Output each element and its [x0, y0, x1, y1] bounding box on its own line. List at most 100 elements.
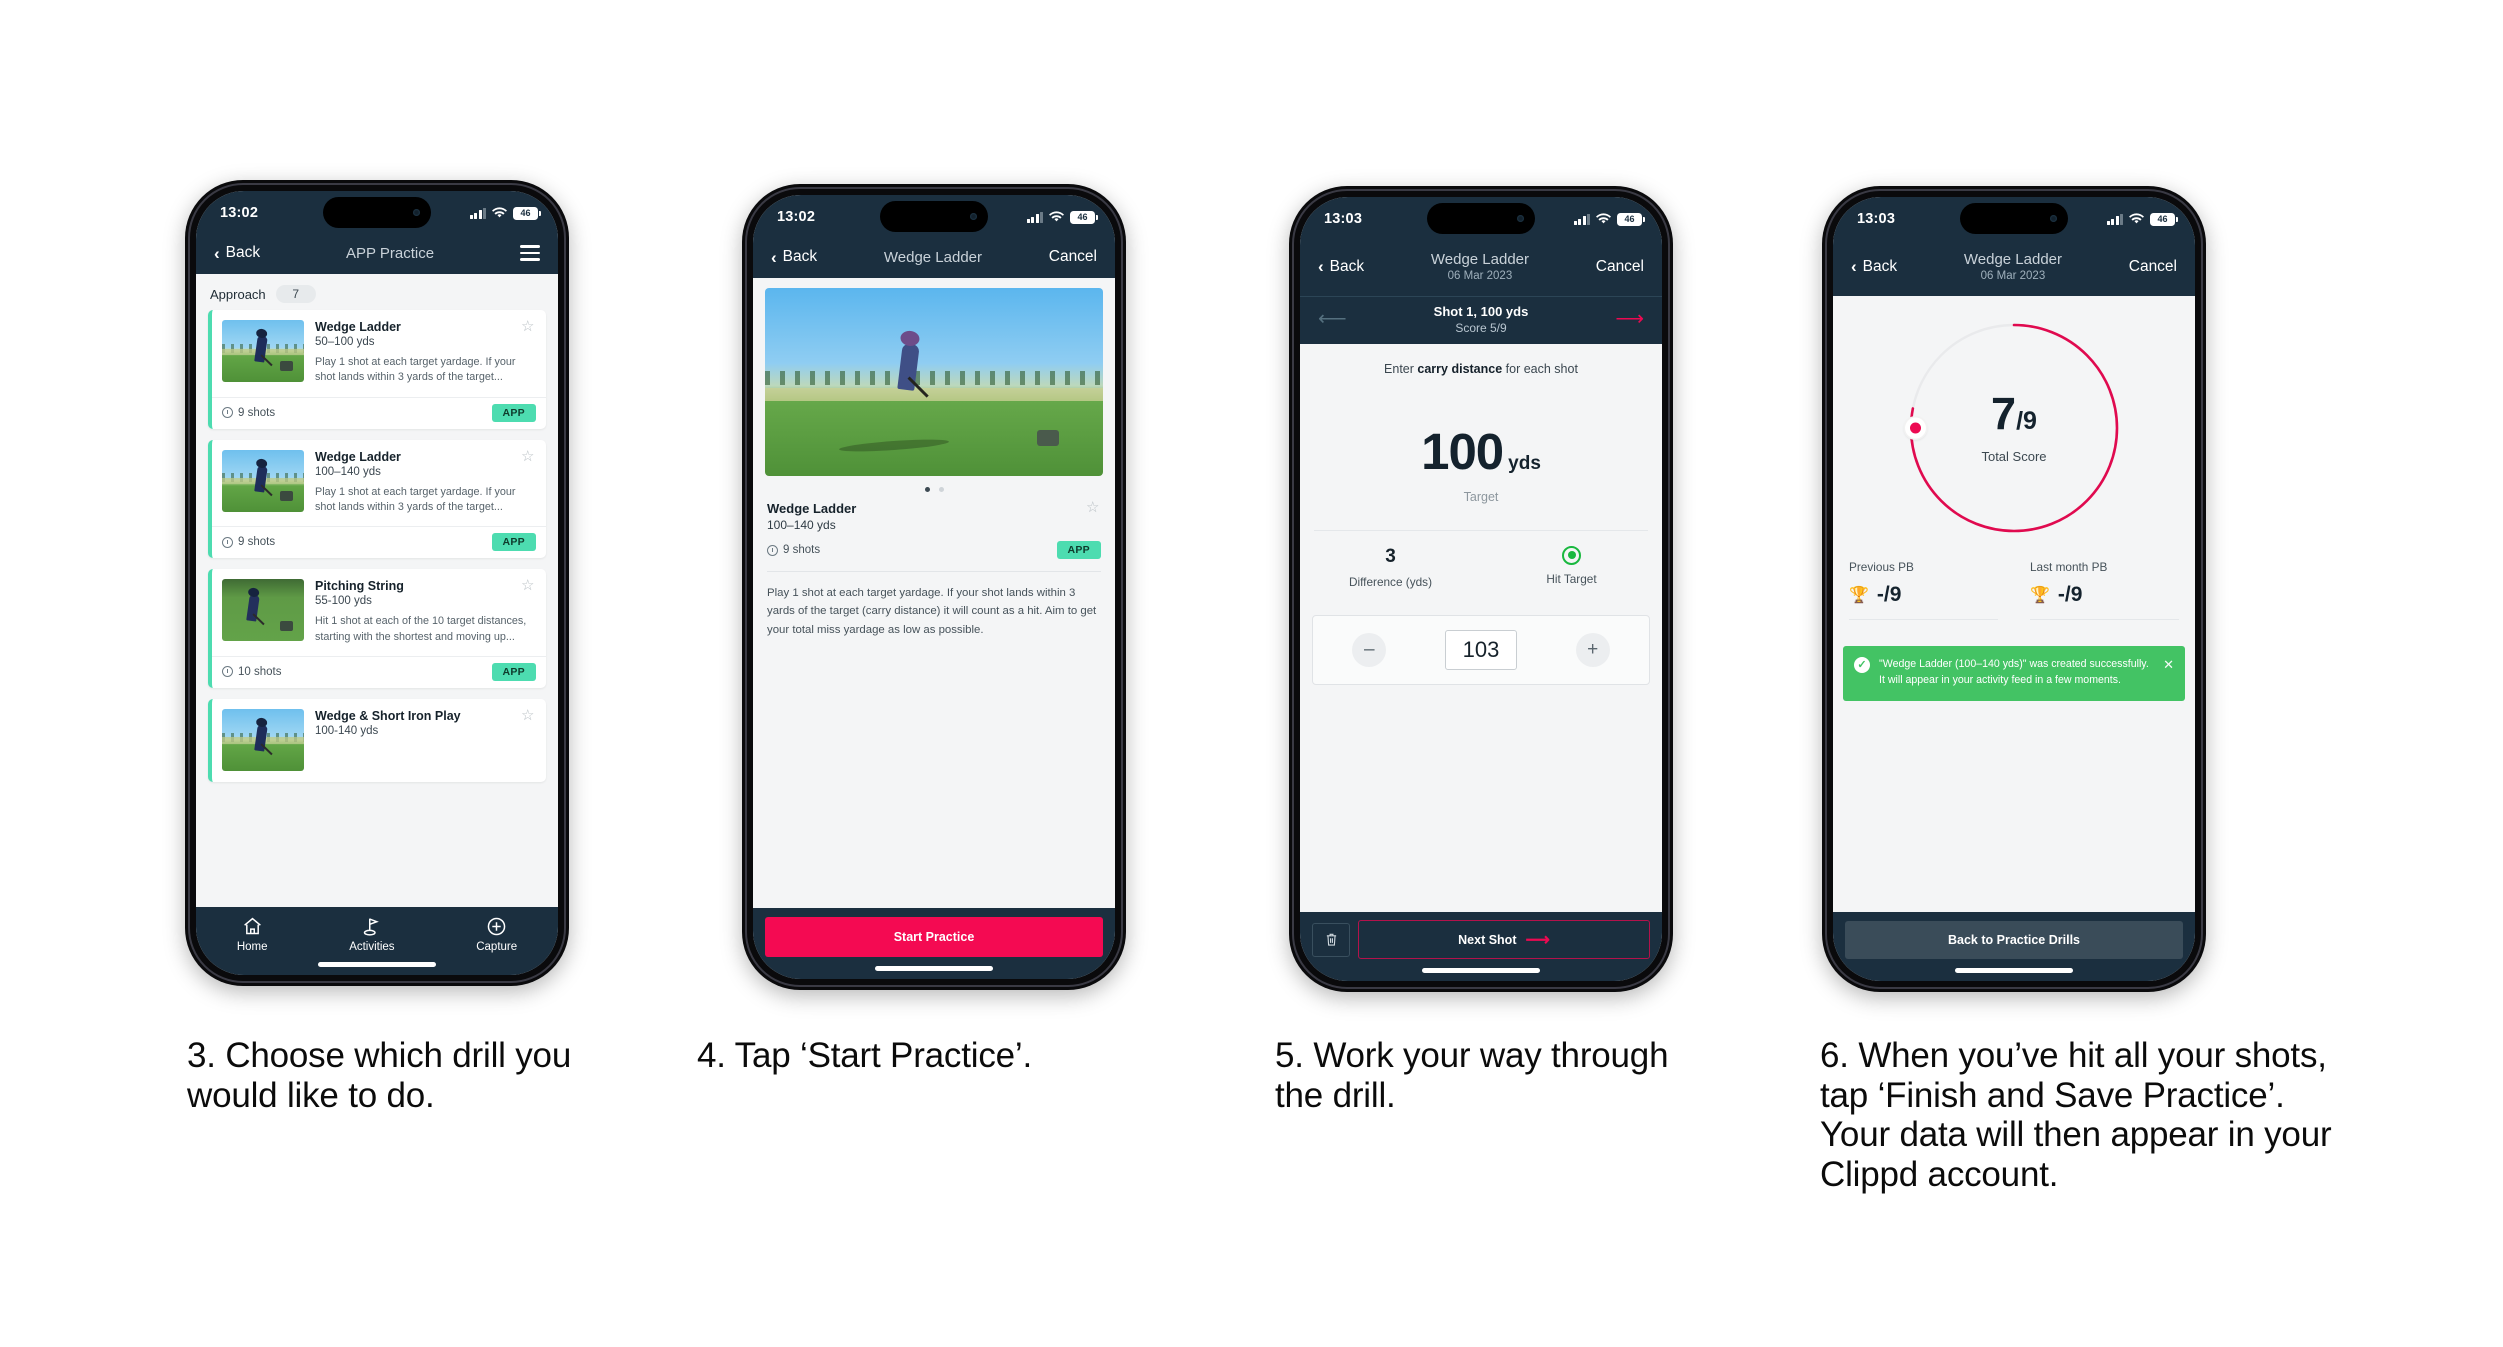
trophy-icon: 🏆: [2030, 586, 2050, 604]
dynamic-island: [880, 201, 988, 232]
cellular-signal-icon: [1026, 211, 1043, 223]
home-indicator: [1955, 968, 2073, 973]
drill-description: Play 1 shot at each target yardage. If y…: [315, 485, 516, 513]
next-shot-button[interactable]: Next Shot ⟶: [1358, 920, 1650, 959]
nav-bar: ‹ Back APP Practice: [196, 235, 558, 274]
back-button[interactable]: ‹ Back: [214, 244, 260, 262]
drill-list-content: Approach 7 Wedge Ladder ☆ 50–100 yds Pla…: [196, 274, 558, 907]
drill-description: Play 1 shot at each target yardage. If y…: [315, 356, 516, 384]
back-label: Back: [1862, 257, 1898, 275]
favorite-star-icon[interactable]: ☆: [521, 449, 536, 465]
drill-title: Wedge Ladder: [315, 320, 401, 334]
screen: 13:03 46 ‹ Back Wedge Ladder 06 Mar 2023…: [1833, 197, 2195, 981]
drill-meta: 9 shots APP: [767, 541, 1101, 559]
drill-title: Pitching String: [315, 579, 404, 594]
back-to-practice-drills-button[interactable]: Back to Practice Drills: [1845, 921, 2183, 959]
drill-card[interactable]: Pitching String ☆ 55-100 yds Hit 1 shot …: [208, 569, 546, 688]
drill-card-footer: 9 shots APP: [212, 396, 546, 429]
drill-shots-label: 9 shots: [783, 544, 821, 556]
drill-card[interactable]: Wedge Ladder ☆ 100–140 yds Play 1 shot a…: [208, 439, 546, 559]
drill-card-body: Wedge & Short Iron Play ☆ 100-140 yds: [212, 699, 546, 782]
category-badge: APP: [491, 533, 536, 552]
hamburger-icon[interactable]: [520, 245, 540, 261]
hint-prefix: Enter: [1384, 361, 1418, 376]
drill-yardage: 100-140 yds: [315, 724, 379, 737]
difference-label: Difference (yds): [1348, 574, 1433, 589]
trash-icon[interactable]: [1312, 922, 1350, 957]
drill-shots: 10 shots: [222, 666, 281, 678]
tab-activities[interactable]: Activities: [349, 916, 395, 953]
favorite-star-icon[interactable]: ☆: [1086, 500, 1101, 516]
section-header: Approach 7: [196, 274, 558, 310]
drill-shots: 9 shots: [767, 544, 820, 556]
shot-info: Shot 1, 100 yds Score 5/9: [1347, 304, 1616, 335]
target-display: 100 yds Target: [1300, 376, 1662, 504]
carry-distance-stepper: – 103 +: [1312, 614, 1650, 685]
cancel-button[interactable]: Cancel: [1049, 248, 1097, 266]
favorite-star-icon[interactable]: ☆: [521, 578, 536, 594]
back-button[interactable]: ‹ Back: [1851, 258, 1897, 276]
home-icon: [243, 917, 261, 935]
arrow-left-icon[interactable]: ⟵: [1318, 309, 1347, 329]
section-title: Approach: [210, 286, 266, 302]
camera-icon: [1517, 215, 1524, 222]
status-time: 13:02: [220, 205, 259, 221]
nav-bar: ‹ Back Wedge Ladder 06 Mar 2023 Cancel: [1300, 241, 1662, 296]
favorite-star-icon[interactable]: ☆: [521, 319, 536, 335]
page-title: Wedge Ladder 06 Mar 2023: [1897, 250, 2129, 284]
shot-stats: 3 Difference (yds) Hit Target: [1300, 531, 1662, 589]
back-button[interactable]: ‹ Back: [771, 248, 817, 266]
drill-title: Wedge Ladder: [767, 501, 857, 516]
status-bar: 13:02 46: [753, 195, 1115, 239]
plus-circle-icon: [487, 917, 506, 936]
cancel-button[interactable]: Cancel: [1596, 258, 1644, 276]
nav-bar: ‹ Back Wedge Ladder Cancel: [753, 239, 1115, 278]
status-time: 13:03: [1857, 211, 1896, 227]
drill-card[interactable]: Wedge & Short Iron Play ☆ 100-140 yds: [208, 698, 546, 782]
tab-home-label: Home: [236, 941, 268, 953]
carry-distance-input[interactable]: 103: [1444, 629, 1517, 670]
favorite-star-icon[interactable]: ☆: [521, 708, 536, 724]
drill-shots-label: 9 shots: [238, 406, 276, 419]
drill-card-footer: 10 shots APP: [212, 655, 546, 688]
toast-message: "Wedge Ladder (100–140 yds)" was created…: [1879, 657, 2149, 686]
camera-icon: [970, 213, 977, 220]
drill-card[interactable]: Wedge Ladder ☆ 50–100 yds Play 1 shot at…: [208, 310, 546, 429]
stat-hit-target: Hit Target: [1481, 545, 1662, 589]
previous-pb-value-row: 🏆 -/9: [1849, 583, 1998, 620]
shot-score: Score 5/9: [1455, 320, 1507, 335]
cancel-button[interactable]: Cancel: [2129, 258, 2177, 276]
phone-shot-entry: 13:03 46 ‹ Back Wedge Ladder 06 Mar 2023…: [1289, 186, 1673, 992]
drill-yardage: 55-100 yds: [315, 595, 372, 608]
drill-yardage: 100–140 yds: [315, 465, 381, 478]
screenshot-stage: 13:02 46 ‹ Back APP Practice Approach 7 …: [0, 0, 2503, 1347]
status-bar: 13:02 46: [196, 191, 558, 235]
status-bar: 13:03 46: [1300, 197, 1662, 241]
start-practice-button[interactable]: Start Practice: [765, 917, 1103, 957]
chevron-left-icon: ‹: [1318, 257, 1324, 277]
tab-home[interactable]: Home: [237, 916, 268, 953]
next-shot-label: Next Shot: [1458, 932, 1517, 947]
tab-capture-label: Capture: [476, 941, 518, 953]
carousel-dots[interactable]: [753, 476, 1115, 501]
last-month-pb-value-row: 🏆 -/9: [2030, 583, 2179, 620]
decrement-button[interactable]: –: [1352, 632, 1387, 667]
tab-capture[interactable]: Capture: [476, 916, 517, 953]
dynamic-island: [1427, 203, 1535, 234]
drill-thumbnail: [222, 320, 304, 382]
back-button[interactable]: ‹ Back: [1318, 258, 1364, 276]
page-title: Wedge Ladder: [883, 248, 983, 266]
nav-subtitle: 06 Mar 2023: [1980, 270, 2046, 283]
back-label: Back: [782, 248, 818, 265]
previous-pb-value: -/9: [1876, 582, 1902, 606]
home-indicator: [318, 962, 436, 967]
drill-description: Play 1 shot at each target yardage. If y…: [767, 587, 1097, 636]
close-icon[interactable]: ✕: [2163, 657, 2174, 673]
drill-description: Hit 1 shot at each of the 10 target dist…: [315, 615, 527, 643]
increment-button[interactable]: +: [1575, 632, 1610, 667]
drill-shots: 9 shots: [222, 536, 275, 548]
home-indicator: [1422, 968, 1540, 973]
wifi-icon: [1049, 211, 1064, 222]
drill-detail-content: Wedge Ladder 100–140 yds ☆ 9 shots APP P…: [753, 278, 1115, 908]
arrow-right-icon[interactable]: ⟶: [1615, 309, 1644, 329]
